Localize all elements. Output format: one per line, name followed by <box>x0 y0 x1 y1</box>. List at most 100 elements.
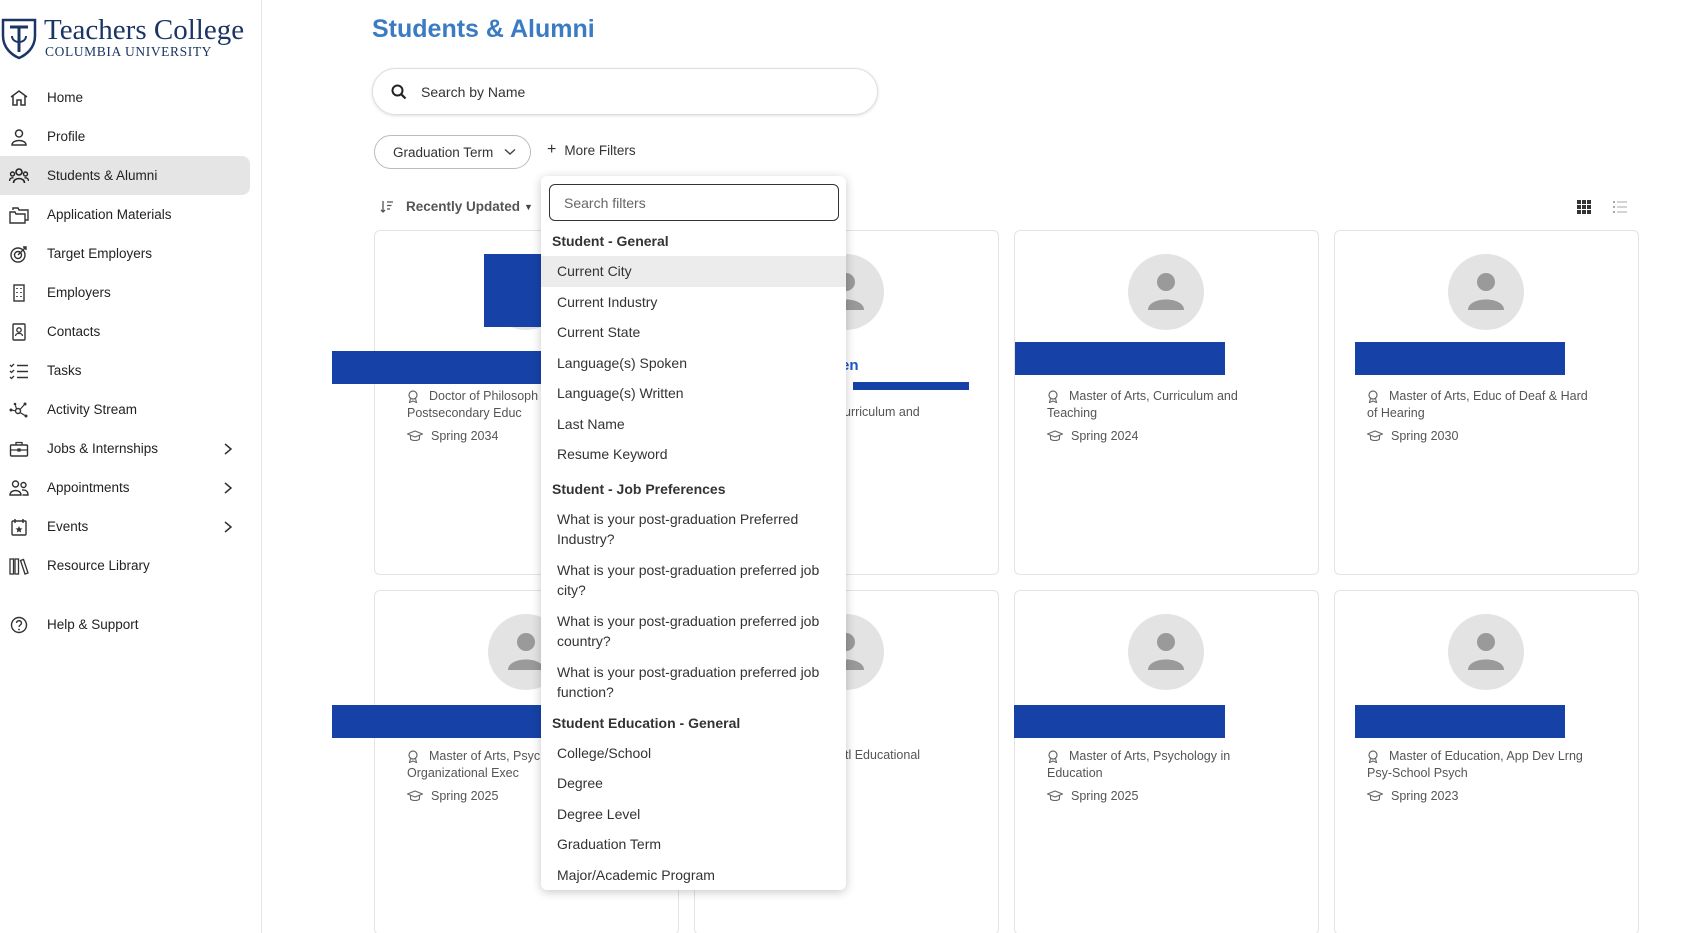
student-card[interactable]: Master of Arts, Curriculum and Teaching … <box>1014 230 1319 575</box>
teachers-college-logo[interactable]: Teachers College COLUMBIA UNIVERSITY <box>0 14 262 62</box>
sidebar-item-label: Resource Library <box>47 558 150 573</box>
filter-group-title: Student Education - General <box>552 714 741 731</box>
filter-option[interactable]: Graduation Term <box>541 829 846 860</box>
filter-option[interactable]: Current State <box>541 317 846 348</box>
graduation-term: Spring 2025 <box>1047 789 1138 803</box>
sidebar-item-label: Students & Alumni <box>47 168 158 183</box>
filter-option[interactable]: Current City <box>541 256 846 287</box>
graduation-term: Spring 2023 <box>1367 789 1458 803</box>
sidebar-item-profile[interactable]: Profile <box>0 117 262 156</box>
sort-label: Recently Updated <box>406 199 521 214</box>
graduation-cap-icon <box>1367 430 1383 442</box>
graduation-term-filter[interactable]: Graduation Term <box>374 135 531 169</box>
grid-view-icon[interactable] <box>1577 200 1591 214</box>
avatar <box>1128 614 1204 690</box>
caret-down-icon: ▼ <box>524 201 533 212</box>
student-card[interactable]: Master of Arts, Psychology in Education … <box>1014 590 1319 933</box>
sidebar-item-activity-stream[interactable]: Activity Stream <box>0 390 262 429</box>
person-placeholder-icon <box>508 633 544 670</box>
sidebar-item-events[interactable]: Events <box>0 507 262 546</box>
sidebar-item-resource-library[interactable]: Resource Library <box>0 546 262 585</box>
sort-control[interactable]: Recently Updated ▼ <box>380 199 533 214</box>
sidebar-item-appointments[interactable]: Appointments <box>0 468 262 507</box>
redacted-block <box>484 254 544 327</box>
sidebar-item-label: Home <box>47 90 84 105</box>
sidebar-nav: Home Profile Students & Alumni Applicati… <box>0 78 262 644</box>
redacted-block <box>332 351 543 384</box>
filter-search-input[interactable] <box>550 185 838 220</box>
filter-option[interactable]: What is your post-graduation preferred j… <box>541 657 846 708</box>
student-card[interactable]: Master of Arts, Educ of Deaf & Hard of H… <box>1334 230 1639 575</box>
list-view-icon[interactable] <box>1613 200 1627 214</box>
folders-icon <box>9 207 29 224</box>
filter-option[interactable]: Language(s) Written <box>541 378 846 409</box>
graduation-cap-icon <box>407 430 423 442</box>
filter-group-title: Student - General <box>552 233 669 249</box>
graduation-term: Spring 2030 <box>1367 429 1458 443</box>
sidebar-item-students-alumni[interactable]: Students & Alumni <box>0 156 250 195</box>
sidebar-item-label: Help & Support <box>47 617 139 632</box>
network-icon <box>9 402 28 418</box>
graduation-term: Spring 2025 <box>407 789 498 803</box>
avatar <box>1448 254 1524 330</box>
filter-option[interactable]: Degree <box>541 768 846 799</box>
filter-option[interactable]: Last Name <box>541 409 846 440</box>
filter-option[interactable]: Major/Academic Program <box>541 860 846 891</box>
redacted-block <box>1015 342 1225 375</box>
sidebar-item-label: Jobs & Internships <box>47 441 159 456</box>
page-title: Students & Alumni <box>372 15 595 43</box>
filter-option[interactable]: What is your post-graduation Preferred I… <box>541 504 846 555</box>
sidebar-item-help-support[interactable]: Help & Support <box>0 605 262 644</box>
graduation-cap-icon <box>1047 790 1063 802</box>
redacted-block <box>1355 705 1565 738</box>
avatar <box>1448 614 1524 690</box>
chevron-down-icon <box>504 148 516 155</box>
contact-book-icon <box>12 323 26 341</box>
redacted-block <box>853 382 969 390</box>
filter-option[interactable]: Degree Level <box>541 799 846 830</box>
search-input[interactable] <box>421 81 851 103</box>
sidebar-item-tasks[interactable]: Tasks <box>0 351 262 390</box>
sidebar-item-target-employers[interactable]: Target Employers <box>0 234 262 273</box>
user-icon <box>11 129 27 146</box>
graduation-term: Spring 2024 <box>1047 429 1138 443</box>
building-icon <box>13 284 25 302</box>
books-icon <box>9 558 29 575</box>
sidebar-item-application-materials[interactable]: Application Materials <box>0 195 262 234</box>
target-icon <box>10 246 27 263</box>
award-icon <box>1368 750 1378 763</box>
more-filters-button[interactable]: + More Filters <box>547 141 636 159</box>
filter-option[interactable]: What is your post-graduation preferred j… <box>541 555 846 606</box>
filter-label: Graduation Term <box>393 144 494 160</box>
student-card[interactable]: Master of Education, App Dev Lrng Psy-Sc… <box>1334 590 1639 933</box>
filter-option[interactable]: College/School <box>541 738 846 769</box>
program-info: Master of Arts, Educ of Deaf & Hard of H… <box>1367 389 1588 420</box>
sidebar-item-label: Application Materials <box>47 207 172 222</box>
chevron-right-icon[interactable] <box>222 520 234 534</box>
filter-option[interactable]: What is your post-graduation preferred j… <box>541 606 846 657</box>
filter-option[interactable]: Language(s) Spoken <box>541 348 846 379</box>
name-search-box[interactable] <box>372 68 878 115</box>
filter-option[interactable]: Resume Keyword <box>541 439 846 470</box>
sidebar-item-home[interactable]: Home <box>0 78 262 117</box>
sidebar-item-label: Target Employers <box>47 246 153 261</box>
award-icon <box>1048 750 1058 763</box>
sidebar-item-label: Appointments <box>47 480 130 495</box>
sidebar-item-contacts[interactable]: Contacts <box>0 312 262 351</box>
chevron-right-icon[interactable] <box>222 481 234 495</box>
filter-option[interactable]: Current Industry <box>541 287 846 318</box>
briefcase-icon <box>9 441 29 457</box>
home-icon <box>10 90 28 106</box>
sidebar-item-label: Events <box>47 519 89 534</box>
sort-icon <box>380 201 393 213</box>
chevron-right-icon[interactable] <box>222 442 234 456</box>
logo-title: Teachers College <box>44 14 245 46</box>
sidebar-item-employers[interactable]: Employers <box>0 273 262 312</box>
more-filters-label: More Filters <box>564 142 636 158</box>
people-icon <box>9 480 29 496</box>
program-info: Master of Education, App Dev Lrng Psy-Sc… <box>1367 749 1583 780</box>
sidebar-item-jobs-internships[interactable]: Jobs & Internships <box>0 429 262 468</box>
filter-search-box[interactable] <box>549 184 839 221</box>
person-placeholder-icon <box>1148 633 1184 670</box>
help-circle-icon <box>10 616 28 634</box>
